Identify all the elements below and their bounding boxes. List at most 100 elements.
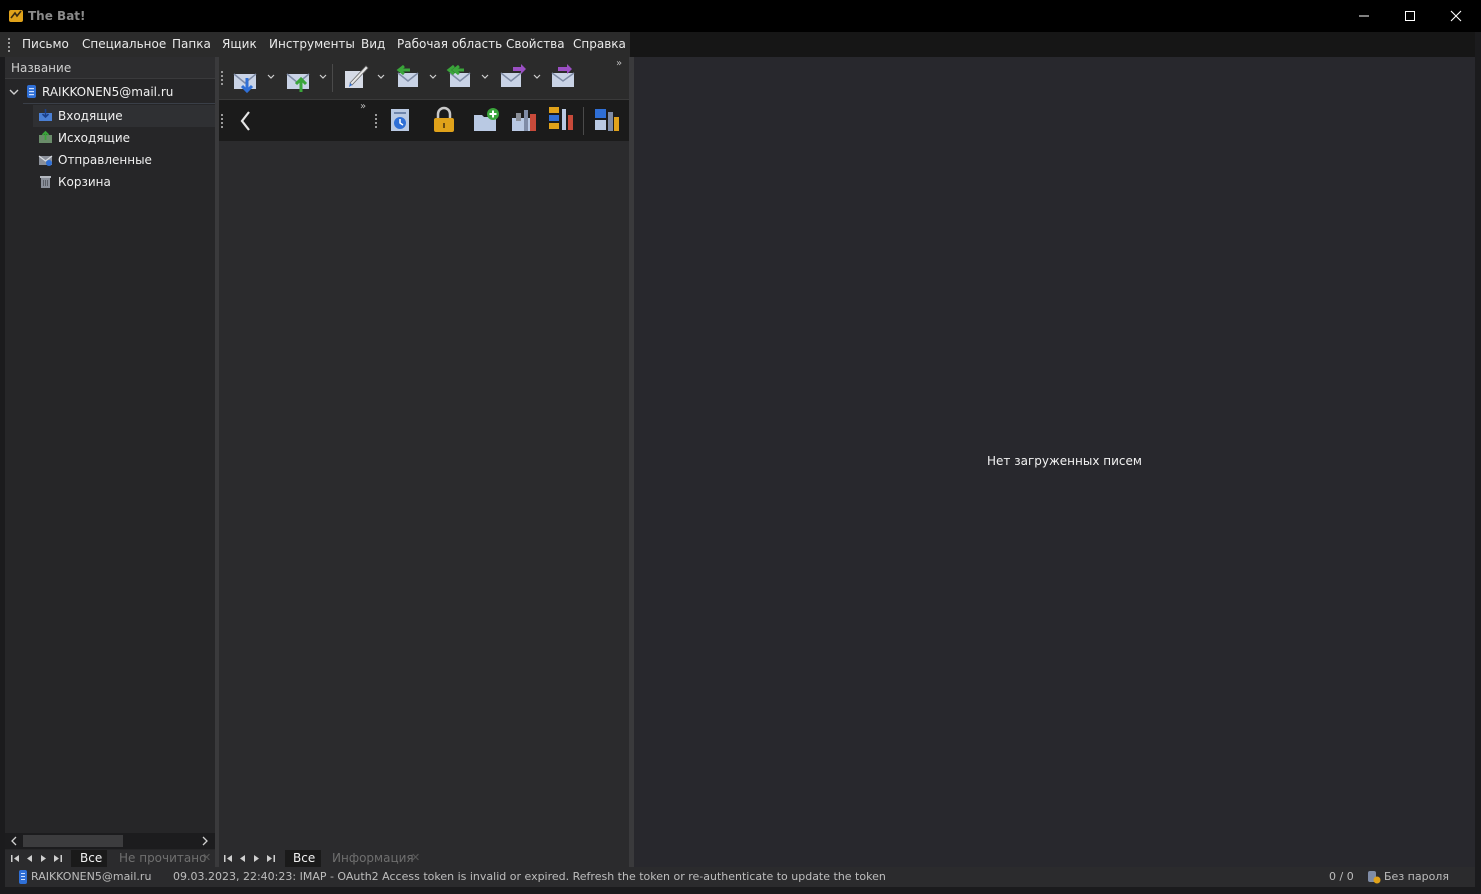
folder-inbox[interactable]: Входящие (33, 105, 215, 127)
close-button[interactable] (1433, 0, 1479, 32)
prev-button[interactable] (22, 850, 36, 867)
redirect-icon[interactable] (550, 63, 578, 91)
menu-grip[interactable] (8, 38, 10, 52)
sorting-office-icon[interactable] (547, 105, 575, 133)
first-icon (10, 855, 19, 862)
scroll-right-icon[interactable] (200, 836, 210, 846)
tab-info[interactable]: Информация (325, 850, 425, 867)
tab-unread-label: Не прочитано (119, 851, 207, 865)
message-viewer: Нет загруженных писем (634, 57, 1475, 867)
message-filter-tabbar: Все Информация ✕ (219, 850, 629, 867)
folder-sent[interactable]: Отправленные (33, 149, 215, 171)
first-button[interactable] (221, 850, 235, 867)
folder-column-title: Название (11, 61, 72, 75)
menu-item-tools[interactable]: Инструменты (269, 37, 355, 51)
next-button[interactable] (249, 850, 263, 867)
toolbar-separator (332, 64, 333, 92)
last-button[interactable] (263, 850, 277, 867)
folder-outbox[interactable]: Исходящие (33, 127, 215, 149)
first-button[interactable] (8, 850, 22, 867)
status-account[interactable]: RAIKKONEN5@mail.ru (31, 870, 151, 883)
prev-icon (239, 855, 245, 862)
tab-unread-close-icon[interactable]: ✕ (202, 851, 211, 864)
reply-dropdown-icon[interactable] (429, 73, 437, 81)
menu-item-workspace[interactable]: Рабочая область (397, 37, 502, 51)
sent-icon (38, 155, 53, 166)
workspace-icon[interactable] (593, 106, 621, 134)
empty-viewer-text: Нет загруженных писем (987, 454, 1142, 468)
inbox-icon (39, 109, 52, 121)
status-password[interactable]: Без пароля (1384, 870, 1449, 883)
title-bar: The Bat! (0, 0, 1481, 32)
menu-bar-empty-area (630, 32, 1475, 57)
toolbar-grip[interactable] (375, 114, 377, 128)
first-icon (223, 855, 232, 862)
folder-label: Отправленные (58, 153, 152, 167)
menu-item-folder[interactable]: Папка (172, 37, 211, 51)
reply-all-dropdown-icon[interactable] (481, 73, 489, 81)
folder-column-header[interactable]: Название (5, 57, 215, 79)
folder-filter-tabbar: Все Не прочитано ✕ (5, 850, 215, 867)
tab-unread[interactable]: Не прочитано (113, 850, 213, 867)
tab-all-messages[interactable]: Все (285, 850, 321, 867)
new-folder-icon[interactable] (472, 106, 500, 134)
back-icon[interactable] (235, 107, 257, 135)
reply-all-icon[interactable] (446, 63, 474, 91)
prev-button[interactable] (235, 850, 249, 867)
minimize-icon (1359, 15, 1369, 17)
scroll-thumb[interactable] (23, 835, 123, 847)
status-bar: RAIKKONEN5@mail.ru 09.03.2023, 22:40:23:… (5, 867, 1475, 887)
folder-label: Входящие (58, 109, 123, 123)
minimize-button[interactable] (1341, 0, 1387, 32)
folder-label: Корзина (58, 175, 111, 189)
status-log-message: 09.03.2023, 22:40:23: IMAP - OAuth2 Acce… (173, 870, 886, 883)
password-icon (1368, 871, 1381, 884)
get-mail-icon[interactable] (232, 66, 260, 94)
new-message-icon[interactable] (342, 63, 370, 91)
next-icon (40, 855, 46, 862)
forward-dropdown-icon[interactable] (533, 73, 541, 81)
folder-trash[interactable]: Корзина (33, 171, 215, 193)
last-button[interactable] (50, 850, 64, 867)
tools-icon[interactable] (510, 106, 538, 134)
address-book-icon[interactable] (387, 106, 415, 134)
toolbar-separator (583, 107, 584, 135)
tab-all-folders[interactable]: Все (71, 850, 107, 867)
prev-icon (26, 855, 32, 862)
lock-icon[interactable] (430, 106, 458, 134)
toolbar-grip[interactable] (221, 114, 223, 128)
tab-info-close-icon[interactable]: ✕ (411, 851, 420, 864)
folder-horizontal-scrollbar[interactable] (5, 833, 215, 849)
toolbar-overflow-icon[interactable]: » (616, 58, 622, 69)
toolbar-grip[interactable] (221, 71, 223, 85)
menu-item-special[interactable]: Специальное (82, 37, 166, 51)
new-message-dropdown-icon[interactable] (377, 73, 385, 81)
menu-item-help[interactable]: Справка (573, 37, 626, 51)
chevron-down-icon[interactable] (8, 86, 20, 98)
message-list[interactable] (219, 141, 629, 850)
folder-tree-pane: Название RAIKKONEN5@mail.ru Входящие Исх… (5, 57, 215, 867)
tab-info-label: Информация (332, 851, 414, 865)
get-mail-dropdown-icon[interactable] (267, 73, 275, 81)
send-mail-icon[interactable] (285, 66, 313, 94)
menu-item-properties[interactable]: Свойства (506, 37, 565, 51)
account-name: RAIKKONEN5@mail.ru (42, 85, 174, 99)
menu-item-letter[interactable]: Письмо (22, 37, 69, 51)
account-icon (27, 85, 36, 98)
scroll-left-icon[interactable] (9, 836, 19, 846)
reply-icon[interactable] (394, 63, 422, 91)
forward-icon[interactable] (499, 63, 527, 91)
menu-item-box[interactable]: Ящик (222, 37, 257, 51)
folder-label: Исходящие (58, 131, 131, 145)
account-row[interactable]: RAIKKONEN5@mail.ru (5, 81, 215, 103)
toolbar-overflow-icon[interactable]: » (360, 101, 366, 112)
last-icon (53, 855, 62, 862)
close-icon (1450, 10, 1462, 22)
window-bottom-border (0, 887, 1481, 894)
next-button[interactable] (36, 850, 50, 867)
outbox-icon (39, 130, 52, 143)
send-mail-dropdown-icon[interactable] (319, 73, 327, 81)
maximize-button[interactable] (1387, 0, 1433, 32)
menu-item-view[interactable]: Вид (361, 37, 385, 51)
secondary-toolbar: » (219, 99, 629, 141)
